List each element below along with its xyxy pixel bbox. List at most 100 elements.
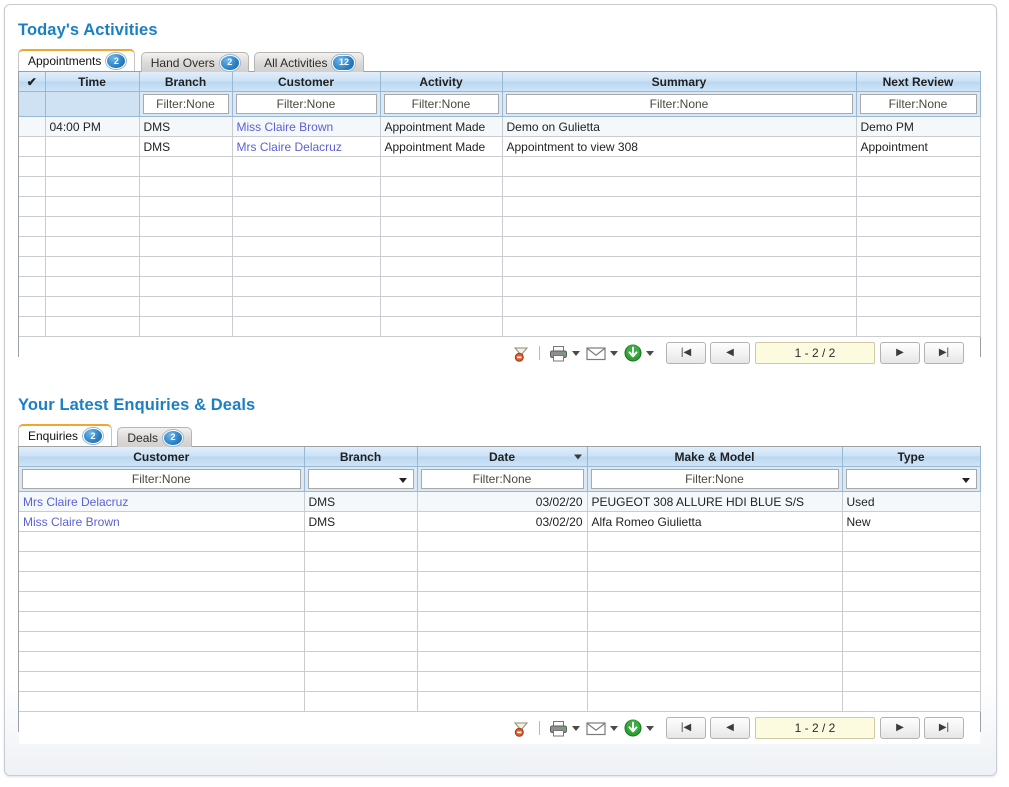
activities-tabstrip: Appointments 2 Hand Overs 2 All Activiti… (18, 49, 984, 72)
filter-branch-input[interactable]: Filter:None (142, 94, 229, 114)
filter-enq-type-cell (842, 466, 981, 492)
email-icon[interactable] (586, 346, 606, 361)
cell-activity: Appointment Made (380, 116, 503, 137)
print-icon[interactable] (549, 720, 568, 737)
cell-enq-branch: DMS (304, 511, 418, 532)
email-dropdown-caret[interactable] (610, 725, 618, 731)
table-row[interactable]: DMS Mrs Claire Delacruz Appointment Made… (19, 136, 981, 157)
filter-summary-input[interactable]: Filter:None (505, 94, 853, 114)
enquiries-tabstrip: Enquiries 2 Deals 2 (18, 424, 984, 447)
filter-activity-cell: Filter:None (380, 91, 503, 117)
tab-appointments[interactable]: Appointments 2 (18, 49, 136, 71)
table-row[interactable]: Miss Claire Brown DMS 03/02/20 Alfa Rome… (19, 511, 981, 532)
tab-deals-label: Deals (127, 430, 159, 445)
table-row-empty (19, 531, 981, 552)
col-summary[interactable]: Summary (502, 72, 857, 92)
col-time[interactable]: Time (45, 72, 140, 92)
customer-link[interactable]: Mrs Claire Delacruz (237, 140, 342, 154)
prev-page-button[interactable]: ◀ (710, 342, 750, 364)
filter-time (45, 91, 140, 117)
cell-summary: Appointment to view 308 (502, 136, 857, 157)
customer-link[interactable]: Miss Claire Brown (23, 515, 120, 529)
clear-filter-icon[interactable] (513, 720, 530, 737)
filter-enq-make-model-cell: Filter:None (587, 466, 843, 492)
print-dropdown-caret[interactable] (572, 725, 580, 731)
page-range-field[interactable]: 1 - 2 / 2 (755, 717, 875, 739)
col-enq-date[interactable]: Date (417, 447, 588, 467)
print-icon[interactable] (549, 345, 568, 362)
filter-next-review-input[interactable]: Filter:None (859, 94, 977, 114)
todays-activities-title: Today's Activities (18, 21, 158, 39)
tab-enquiries-label: Enquiries (28, 429, 79, 443)
print-dropdown-caret[interactable] (572, 350, 580, 356)
table-row[interactable]: Mrs Claire Delacruz DMS 03/02/20 PEUGEOT… (19, 491, 981, 512)
email-dropdown-caret[interactable] (610, 350, 618, 356)
prev-page-icon: ◀ (726, 722, 734, 733)
row-checkbox-cell[interactable] (19, 136, 46, 157)
page-range-field[interactable]: 1 - 2 / 2 (755, 342, 875, 364)
prev-page-button[interactable]: ◀ (710, 717, 750, 739)
col-customer[interactable]: Customer (232, 72, 381, 92)
cell-next-review: Demo PM (856, 116, 981, 137)
export-dropdown-caret[interactable] (646, 725, 654, 731)
filter-enq-branch-cell (304, 466, 418, 492)
tab-hand-overs[interactable]: Hand Overs 2 (140, 52, 249, 72)
sort-descending-icon (573, 454, 582, 459)
table-row-empty (19, 671, 981, 692)
cell-enq-type: Used (842, 491, 981, 512)
col-next-review[interactable]: Next Review (856, 72, 981, 92)
cell-branch: DMS (139, 136, 233, 157)
export-dropdown-caret[interactable] (646, 350, 654, 356)
last-page-button[interactable]: ▶| (924, 717, 964, 739)
export-icon[interactable] (624, 719, 642, 737)
col-enq-branch[interactable]: Branch (304, 447, 418, 467)
filter-enq-branch-select[interactable] (307, 469, 414, 489)
col-select-all[interactable]: ✔ (19, 72, 46, 92)
first-page-icon: |◀ (680, 347, 692, 358)
col-enq-type[interactable]: Type (842, 447, 981, 467)
first-page-button[interactable]: |◀ (666, 342, 706, 364)
enquiries-grid: Customer Branch Date Make & Model Type F… (18, 446, 981, 744)
row-checkbox-cell[interactable] (19, 116, 46, 137)
clear-filter-icon[interactable] (513, 345, 530, 362)
filter-enq-type-select[interactable] (845, 469, 977, 489)
next-page-icon: ▶ (896, 347, 904, 358)
table-row-empty (19, 691, 981, 712)
activities-header-row: ✔ Time Branch Customer Activity Summary … (19, 72, 981, 92)
check-icon: ✔ (26, 74, 37, 89)
tab-enquiries[interactable]: Enquiries 2 (18, 424, 113, 446)
cell-enq-make-model: PEUGEOT 308 ALLURE HDI BLUE S/S (587, 491, 843, 512)
activities-body: 04:00 PM DMS Miss Claire Brown Appointme… (19, 116, 981, 337)
export-icon[interactable] (624, 344, 642, 362)
dashboard-frame: Today's Activities Appointments 2 Hand O… (4, 4, 997, 776)
cell-enq-date: 03/02/20 (417, 491, 588, 512)
filter-customer-cell: Filter:None (232, 91, 381, 117)
next-page-button[interactable]: ▶ (880, 342, 920, 364)
customer-link[interactable]: Miss Claire Brown (237, 120, 334, 134)
filter-enq-make-model-input[interactable]: Filter:None (590, 469, 839, 489)
filter-customer-input[interactable]: Filter:None (235, 94, 377, 114)
col-activity[interactable]: Activity (380, 72, 503, 92)
table-row-empty (19, 296, 981, 317)
last-page-button[interactable]: ▶| (924, 342, 964, 364)
table-row[interactable]: 04:00 PM DMS Miss Claire Brown Appointme… (19, 116, 981, 137)
email-icon[interactable] (586, 721, 606, 736)
tab-deals[interactable]: Deals 2 (117, 427, 193, 447)
cell-time: 04:00 PM (45, 116, 140, 137)
table-row-empty (19, 276, 981, 297)
filter-enq-date-input[interactable]: Filter:None (420, 469, 584, 489)
col-branch[interactable]: Branch (139, 72, 233, 92)
customer-link[interactable]: Mrs Claire Delacruz (23, 495, 128, 509)
col-enq-customer[interactable]: Customer (19, 447, 305, 467)
filter-enq-customer-input[interactable]: Filter:None (22, 469, 301, 489)
first-page-button[interactable]: |◀ (666, 717, 706, 739)
tab-all-activities[interactable]: All Activities 12 (254, 52, 365, 72)
cell-enq-customer: Mrs Claire Delacruz (19, 491, 305, 512)
table-row-empty (19, 156, 981, 177)
table-row-empty (19, 196, 981, 217)
filter-activity-input[interactable]: Filter:None (383, 94, 499, 114)
col-enq-make-model[interactable]: Make & Model (587, 447, 843, 467)
toolbar-separator (539, 721, 540, 735)
enquiries-deals-title: Your Latest Enquiries & Deals (18, 396, 256, 414)
next-page-button[interactable]: ▶ (880, 717, 920, 739)
